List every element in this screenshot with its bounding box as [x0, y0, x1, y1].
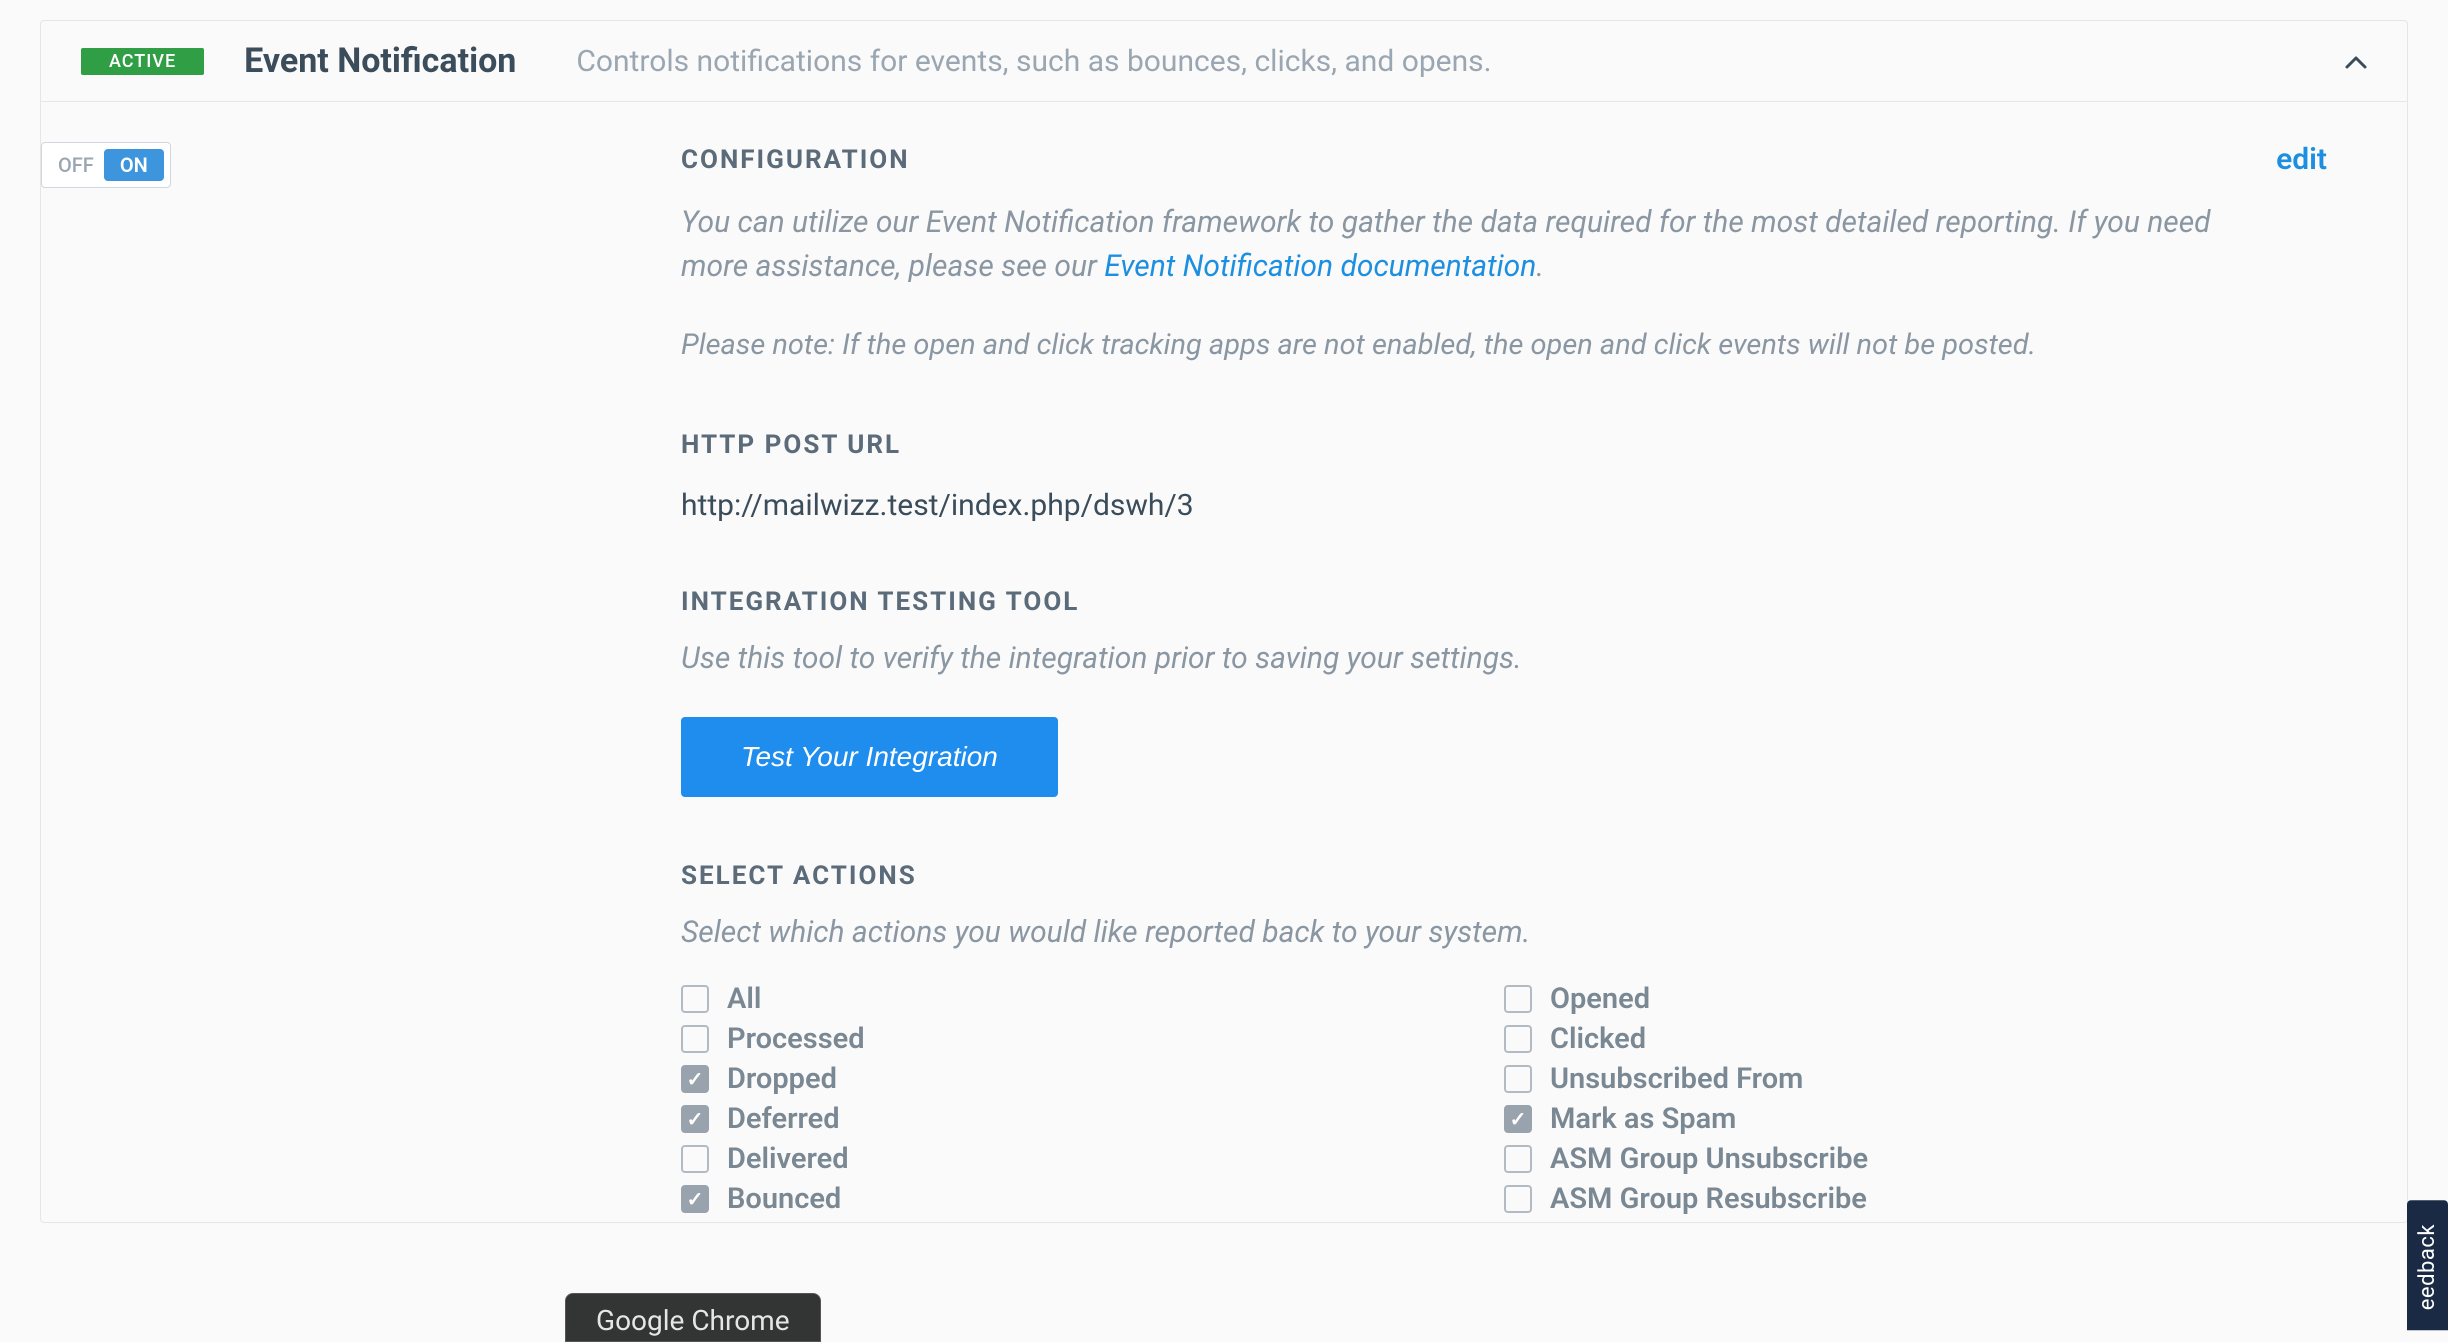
action-label: Mark as Spam — [1550, 1102, 1736, 1136]
http-post-section: HTTP POST URL http://mailwizz.test/index… — [681, 430, 2327, 523]
checkbox[interactable] — [1504, 1105, 1532, 1133]
feedback-tab[interactable]: eedback — [2407, 1200, 2448, 1330]
action-label: Bounced — [727, 1182, 841, 1216]
checkbox[interactable] — [1504, 1185, 1532, 1213]
action-item[interactable]: Mark as Spam — [1504, 1102, 2327, 1136]
checkbox[interactable] — [1504, 985, 1532, 1013]
configuration-label: CONFIGURATION — [681, 145, 910, 175]
checkbox[interactable] — [1504, 1025, 1532, 1053]
action-label: Deferred — [727, 1102, 840, 1136]
checkbox[interactable] — [681, 1145, 709, 1173]
panel-title: Event Notification — [244, 41, 516, 81]
action-item[interactable]: Unsubscribed From — [1504, 1062, 2327, 1096]
left-column: OFF ON — [41, 142, 681, 1222]
action-item[interactable]: Delivered — [681, 1142, 1504, 1176]
action-item[interactable]: Clicked — [1504, 1022, 2327, 1056]
test-integration-button[interactable]: Test Your Integration — [681, 717, 1058, 797]
http-post-url-value: http://mailwizz.test/index.php/dswh/3 — [681, 488, 2327, 523]
desc-text-post: . — [1536, 249, 1544, 284]
action-item[interactable]: Processed — [681, 1022, 1504, 1056]
checkbox[interactable] — [681, 1065, 709, 1093]
integration-testing-label: INTEGRATION TESTING TOOL — [681, 587, 2327, 617]
action-item[interactable]: Opened — [1504, 982, 2327, 1016]
checkbox[interactable] — [681, 1025, 709, 1053]
documentation-link[interactable]: Event Notification documentation — [1104, 249, 1536, 284]
action-label: Delivered — [727, 1142, 849, 1176]
action-item[interactable]: ASM Group Unsubscribe — [1504, 1142, 2327, 1176]
taskbar-tooltip: Google Chrome — [565, 1293, 821, 1342]
configuration-description: You can utilize our Event Notification f… — [681, 201, 2281, 288]
checkbox[interactable] — [681, 1105, 709, 1133]
checkbox[interactable] — [681, 985, 709, 1013]
toggle-off-label[interactable]: OFF — [48, 149, 104, 181]
action-label: Dropped — [727, 1062, 837, 1096]
active-badge: ACTIVE — [81, 48, 204, 75]
action-label: Processed — [727, 1022, 865, 1056]
checkbox[interactable] — [1504, 1065, 1532, 1093]
http-post-label: HTTP POST URL — [681, 430, 2327, 460]
action-item[interactable]: Bounced — [681, 1182, 1504, 1216]
action-item[interactable]: Dropped — [681, 1062, 1504, 1096]
select-actions-section: SELECT ACTIONS Select which actions you … — [681, 861, 2327, 1223]
checkbox[interactable] — [681, 1185, 709, 1213]
integration-testing-desc: Use this tool to verify the integration … — [681, 637, 2281, 681]
action-item[interactable]: All — [681, 982, 1504, 1016]
actions-column-right: Opened Clicked Unsubscribed From Mark as Sp… — [1504, 982, 2327, 1222]
checkbox[interactable] — [1504, 1145, 1532, 1173]
edit-link[interactable]: edit — [2276, 142, 2327, 177]
toggle-on-label[interactable]: ON — [104, 149, 164, 181]
action-item[interactable]: Deferred — [681, 1102, 1504, 1136]
action-label: Opened — [1550, 982, 1650, 1016]
action-label: ASM Group Resubscribe — [1550, 1182, 1867, 1216]
configuration-note: Please note: If the open and click track… — [681, 324, 2327, 366]
on-off-toggle[interactable]: OFF ON — [41, 142, 171, 188]
panel-body: OFF ON CONFIGURATION edit You can utiliz… — [41, 102, 2407, 1222]
action-label: Unsubscribed From — [1550, 1062, 1803, 1096]
select-actions-desc: Select which actions you would like repo… — [681, 911, 2281, 955]
action-label: ASM Group Unsubscribe — [1550, 1142, 1868, 1176]
integration-testing-section: INTEGRATION TESTING TOOL Use this tool t… — [681, 587, 2327, 797]
action-label: Clicked — [1550, 1022, 1646, 1056]
select-actions-label: SELECT ACTIONS — [681, 861, 2327, 891]
event-notification-panel: ACTIVE Event Notification Controls notif… — [40, 20, 2408, 1223]
right-column: CONFIGURATION edit You can utilize our E… — [681, 142, 2367, 1222]
configuration-header: CONFIGURATION edit — [681, 142, 2327, 177]
panel-subtitle: Controls notifications for events, such … — [576, 44, 2367, 79]
actions-grid: All Processed Dropped Deferred Delivered Boun… — [681, 982, 2327, 1222]
action-label: All — [727, 982, 761, 1016]
panel-header[interactable]: ACTIVE Event Notification Controls notif… — [41, 21, 2407, 102]
actions-column-left: All Processed Dropped Deferred Delivered Boun… — [681, 982, 1504, 1222]
chevron-up-icon[interactable] — [2345, 46, 2367, 76]
action-item[interactable]: ASM Group Resubscribe — [1504, 1182, 2327, 1216]
